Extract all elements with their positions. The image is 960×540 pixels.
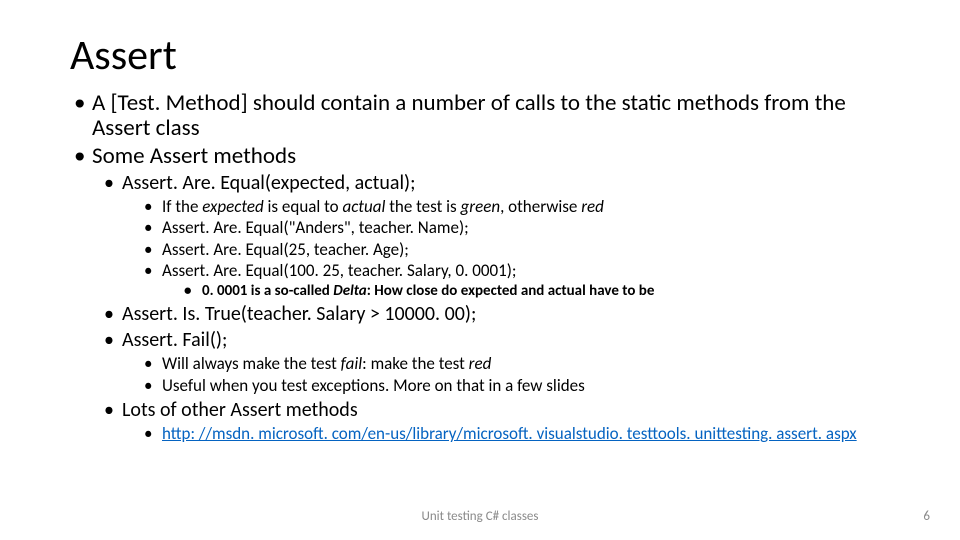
bullet-list-level4: 0. 0001 is a so-called Delta: How close … — [180, 282, 900, 300]
bullet-list-level1: A [Test. Method] should contain a number… — [70, 91, 900, 169]
text: 0. 0001 is a so-called — [202, 282, 333, 300]
footer-text: Unit testing C# classes — [0, 509, 960, 524]
l1-item: A [Test. Method] should contain a number… — [70, 91, 900, 142]
text: If the — [162, 196, 202, 217]
text: : How close do expected and actual have … — [367, 282, 655, 300]
slide-title: Assert — [70, 30, 900, 81]
l3-item: Assert. Are. Equal(100. 25, teacher. Sal… — [140, 261, 900, 281]
l1-item: Some Assert methods — [70, 144, 900, 169]
l4-item: 0. 0001 is a so-called Delta: How close … — [180, 282, 900, 300]
italic: Delta — [333, 282, 366, 300]
italic: fail — [341, 353, 363, 374]
assert-docs-link[interactable]: http: //msdn. microsoft. com/en-us/libra… — [162, 423, 857, 444]
l2-item: Assert. Fail(); — [100, 328, 900, 352]
italic: green — [461, 196, 501, 217]
slide-number: 6 — [923, 509, 930, 524]
slide: Assert A [Test. Method] should contain a… — [0, 0, 960, 540]
italic: actual — [342, 196, 385, 217]
bullet-list-level3: If the expected is equal to actual the t… — [140, 197, 900, 282]
text: is equal to — [264, 196, 343, 217]
l3-item: http: //msdn. microsoft. com/en-us/libra… — [140, 424, 900, 444]
text: the test is — [385, 196, 460, 217]
l2-item: Assert. Is. True(teacher. Salary > 10000… — [100, 302, 900, 326]
bullet-list-level2: Assert. Are. Equal(expected, actual); — [100, 171, 900, 195]
l3-item: Will always make the test fail: make the… — [140, 354, 900, 374]
bullet-list-level2: Lots of other Assert methods — [100, 398, 900, 422]
l3-item: Assert. Are. Equal("Anders", teacher. Na… — [140, 218, 900, 238]
l3-item: If the expected is equal to actual the t… — [140, 197, 900, 217]
text: : make the test — [362, 353, 469, 374]
l3-item: Useful when you test exceptions. More on… — [140, 376, 900, 396]
l2-item: Assert. Are. Equal(expected, actual); — [100, 171, 900, 195]
text: Will always make the test — [162, 353, 341, 374]
italic: red — [581, 196, 604, 217]
l2-item: Lots of other Assert methods — [100, 398, 900, 422]
l3-item: Assert. Are. Equal(25, teacher. Age); — [140, 240, 900, 260]
bullet-list-level2: Assert. Is. True(teacher. Salary > 10000… — [100, 302, 900, 352]
italic: expected — [202, 196, 263, 217]
bullet-list-level3: http: //msdn. microsoft. com/en-us/libra… — [140, 424, 900, 444]
text: , otherwise — [500, 196, 581, 217]
italic: red — [469, 353, 492, 374]
bullet-list-level3: Will always make the test fail: make the… — [140, 354, 900, 396]
